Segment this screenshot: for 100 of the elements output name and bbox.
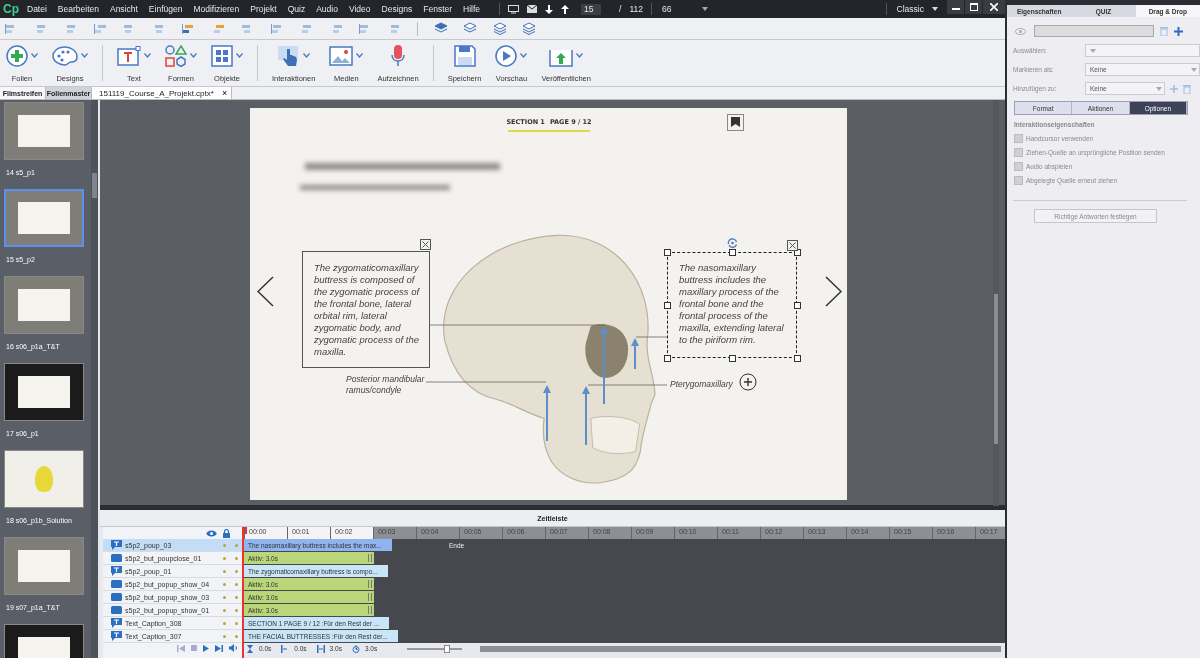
caret-icon xyxy=(701,7,708,11)
up-arrow-icon[interactable] xyxy=(561,4,570,14)
menu-item[interactable]: Designs xyxy=(381,4,413,14)
lock-dot[interactable] xyxy=(235,634,238,638)
hourglass-icon xyxy=(246,644,254,653)
duration-icon xyxy=(316,644,325,653)
caret-icon xyxy=(932,7,938,11)
pointer-arrow xyxy=(582,386,590,446)
playhead-marker[interactable] xyxy=(244,527,247,535)
rotate-icon[interactable] xyxy=(727,238,738,248)
hand-pointer-icon xyxy=(277,44,300,67)
minimize-button[interactable] xyxy=(947,0,964,14)
bookmark-icon[interactable] xyxy=(727,114,744,131)
slide-thumbnail[interactable] xyxy=(4,537,84,595)
document-tab[interactable]: 151119_Course_A_Projekt.cptx* xyxy=(92,87,220,99)
menu-item[interactable]: Audio xyxy=(316,4,338,14)
play-icon xyxy=(495,44,518,67)
eye-icon[interactable] xyxy=(206,529,217,537)
scrollbar[interactable] xyxy=(993,100,999,506)
maximize-button[interactable] xyxy=(965,0,982,14)
menu-item[interactable]: Modifizieren xyxy=(193,4,240,14)
visibility-dot[interactable] xyxy=(223,634,226,638)
layers-icon[interactable] xyxy=(433,22,448,35)
caption-icon xyxy=(111,566,122,577)
resize-handle[interactable] xyxy=(664,302,671,309)
slide-thumbnail[interactable] xyxy=(4,189,84,247)
resize-handle[interactable] xyxy=(729,355,736,362)
scrollbar[interactable] xyxy=(480,645,1001,652)
slider-thumb[interactable] xyxy=(443,644,450,653)
image-icon xyxy=(329,45,354,66)
popup-text-box[interactable]: The nasomaxillary buttress includes the maxillary process of the frontal bone and the frontal process of the maxilla, extending lateral to the piriform rim. xyxy=(667,252,797,358)
resize-handle[interactable] xyxy=(664,249,671,256)
layers-icon[interactable] xyxy=(463,22,477,35)
chevron-left-icon[interactable] xyxy=(257,276,274,307)
align-icon[interactable] xyxy=(269,22,284,35)
rewind-icon[interactable] xyxy=(177,644,185,652)
resize-handle[interactable] xyxy=(794,355,801,362)
align-icon[interactable] xyxy=(92,22,107,35)
start-time-icon xyxy=(281,644,290,653)
slide-thumbnail[interactable] xyxy=(4,450,84,508)
visibility-dot[interactable] xyxy=(223,569,226,573)
down-arrow-icon[interactable] xyxy=(545,4,554,14)
mail-icon[interactable] xyxy=(527,5,538,13)
microphone-icon xyxy=(390,43,406,68)
stop-icon[interactable] xyxy=(191,645,197,652)
skip-end-icon[interactable] xyxy=(215,644,223,652)
lock-dot[interactable] xyxy=(235,608,238,612)
chevron-right-icon[interactable] xyxy=(825,276,842,307)
visibility-dot[interactable] xyxy=(223,556,226,560)
resize-handle[interactable] xyxy=(664,355,671,362)
menu-item[interactable]: Video xyxy=(348,4,371,14)
menu-item[interactable]: Einfügen xyxy=(148,4,183,14)
layers-icon[interactable] xyxy=(492,22,507,35)
add-icon xyxy=(6,44,28,67)
visibility-dot[interactable] xyxy=(223,608,226,612)
menu-item[interactable]: Fenster xyxy=(423,4,453,14)
menu-item[interactable]: Quiz xyxy=(287,4,306,14)
visibility-dot[interactable] xyxy=(223,621,226,625)
app-logo: Cp xyxy=(3,2,19,16)
workspace-dropdown[interactable]: Classic xyxy=(894,4,938,14)
page-number-field[interactable]: 15 xyxy=(581,3,602,15)
menu-item[interactable]: Bearbeiten xyxy=(57,4,99,14)
visibility-dot[interactable] xyxy=(223,595,226,599)
speaker-icon[interactable] xyxy=(229,644,238,653)
lock-dot[interactable] xyxy=(235,621,238,625)
close-button[interactable] xyxy=(983,0,1005,14)
lock-dot[interactable] xyxy=(235,569,238,573)
leader-line xyxy=(635,336,668,338)
grid-icon xyxy=(211,44,233,67)
lock-dot[interactable] xyxy=(235,582,238,586)
resize-handle[interactable] xyxy=(729,249,736,256)
scrollbar[interactable] xyxy=(91,100,98,658)
grip-icon[interactable] xyxy=(368,554,372,563)
close-icon[interactable] xyxy=(787,240,798,251)
visibility-dot[interactable] xyxy=(223,543,226,547)
caret-icon xyxy=(1090,48,1096,53)
lock-dot[interactable] xyxy=(235,595,238,599)
slide-thumbnail[interactable] xyxy=(4,276,84,334)
resize-handle[interactable] xyxy=(794,302,801,309)
callout-label: Posterior mandibular ramus/condyle xyxy=(346,374,426,396)
layers-icon[interactable] xyxy=(522,22,536,35)
maximize-icon xyxy=(969,3,978,11)
slide-thumbnail[interactable] xyxy=(4,363,84,421)
add-circle-icon[interactable] xyxy=(739,373,757,391)
slide-thumbnail[interactable] xyxy=(4,102,84,160)
pointer-arrow xyxy=(543,385,551,442)
lock-dot[interactable] xyxy=(235,543,238,547)
menu-item[interactable]: Datei xyxy=(27,4,47,14)
lock-icon[interactable] xyxy=(223,528,230,538)
play-icon[interactable] xyxy=(203,644,209,652)
menu-item[interactable]: Ansicht xyxy=(109,4,138,14)
lock-dot[interactable] xyxy=(235,556,238,560)
menu-item[interactable]: Projekt xyxy=(250,4,277,14)
monitor-icon[interactable] xyxy=(508,4,520,14)
align-icon[interactable] xyxy=(181,22,195,35)
popup-text-box[interactable]: The zygomaticomaxillary buttress is composed of the zygomatic process of the frontal bone, lateral orbital rim, lateral zygomatic body, and zygomatic process of the maxilla. xyxy=(302,251,430,368)
visibility-dot[interactable] xyxy=(223,582,226,586)
menu-item[interactable]: Hilfe xyxy=(463,4,481,14)
zoom-dropdown[interactable]: 66 xyxy=(660,4,708,14)
close-icon[interactable] xyxy=(420,239,431,250)
